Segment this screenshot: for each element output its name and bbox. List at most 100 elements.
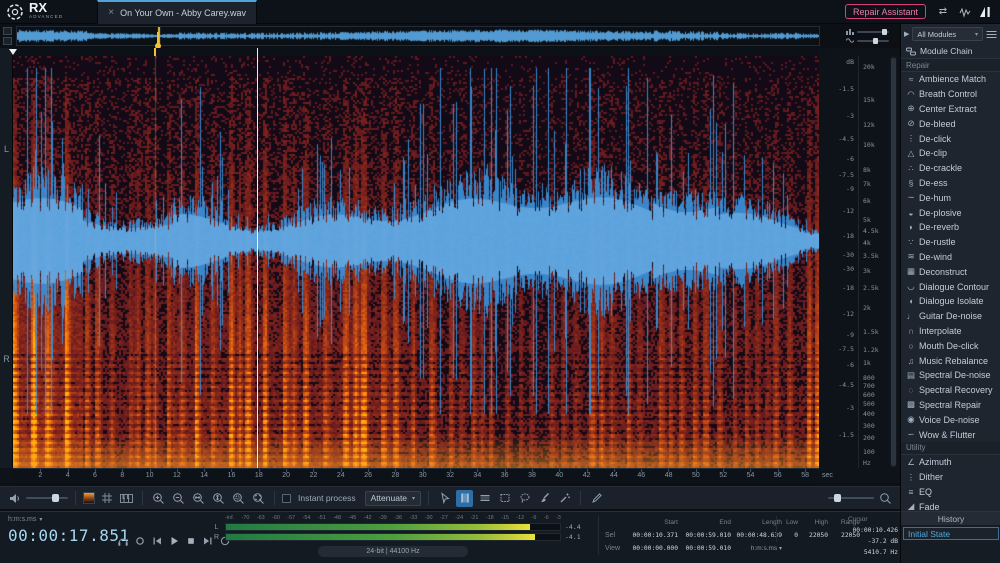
sel-start-field[interactable]: 00:00:10.371: [628, 532, 678, 539]
module-item[interactable]: ◗ De-reverb: [901, 220, 1000, 235]
module-item[interactable]: ▦ Deconstruct: [901, 264, 1000, 279]
output-volume-slider[interactable]: [26, 497, 68, 499]
process-mode-dropdown[interactable]: Attenuate ▾: [365, 491, 421, 506]
zoom-in-icon[interactable]: [150, 490, 167, 507]
time-format-dropdown[interactable]: h:m:s.ms ▾: [8, 516, 130, 523]
time-tick-label: 18: [255, 472, 263, 479]
module-item[interactable]: ○ Mouth De-click: [901, 338, 1000, 353]
module-item[interactable]: ⊕ Center Extract: [901, 102, 1000, 117]
start-marker-icon[interactable]: [9, 49, 17, 55]
channel-right-tab[interactable]: R: [0, 354, 13, 364]
overview-zoom-toggle-icon[interactable]: [3, 37, 12, 45]
module-item[interactable]: ◠ Breath Control: [901, 87, 1000, 102]
zoom-frequency-icon[interactable]: [210, 490, 227, 507]
module-item[interactable]: ∩ Interpolate: [901, 324, 1000, 339]
cursor-marker[interactable]: [154, 48, 156, 56]
module-item[interactable]: ≡ EQ: [901, 485, 1000, 500]
time-tick-label: 52: [719, 472, 727, 479]
module-item[interactable]: ∵ De-rustle: [901, 235, 1000, 250]
module-item[interactable]: ♫ Music Rebalance: [901, 353, 1000, 368]
panel-menu-icon[interactable]: [986, 30, 997, 39]
module-item[interactable]: ◖ Dialogue Isolate: [901, 294, 1000, 309]
overview-cursor-marker[interactable]: [157, 32, 159, 46]
module-chain-item[interactable]: Module Chain: [901, 44, 1000, 59]
output-volume-icon[interactable]: [6, 490, 23, 507]
module-item[interactable]: ∽ Wow & Flutter: [901, 427, 1000, 442]
play-button[interactable]: [167, 534, 180, 547]
module-filter-dropdown[interactable]: All Modules ▾: [912, 27, 983, 41]
history-item[interactable]: Initial State: [903, 527, 999, 540]
preview-play-icon[interactable]: ▶: [904, 30, 909, 38]
zoom-selection-icon[interactable]: [230, 490, 247, 507]
channel-left-tab[interactable]: L: [0, 144, 13, 154]
time-tick-label: 6: [93, 472, 97, 479]
zoom-time-icon[interactable]: [190, 490, 207, 507]
module-item[interactable]: ∴ De-crackle: [901, 161, 1000, 176]
history-header[interactable]: History: [901, 512, 1000, 525]
amplitude-ruler[interactable]: dB-1.5-3-4.5-6-7.5-9-12-18-30-30-18-12-9…: [820, 56, 857, 468]
opacity-sliders: [846, 27, 898, 45]
module-item[interactable]: ∼ De-hum: [901, 190, 1000, 205]
waveform-stats-icon[interactable]: [956, 4, 974, 20]
high-value[interactable]: 22050: [802, 532, 828, 539]
instant-process-checkbox[interactable]: [282, 494, 291, 503]
module-item[interactable]: ⋮ Dither: [901, 470, 1000, 485]
module-item[interactable]: ♩ Guitar De-noise: [901, 309, 1000, 324]
spectrogram-settings-icon[interactable]: [83, 492, 95, 504]
overview-waveform[interactable]: [16, 26, 820, 46]
sel-length-field[interactable]: 00:00:48.639: [734, 532, 782, 539]
brush-tool-icon[interactable]: [536, 490, 553, 507]
tab-close-icon[interactable]: ×: [108, 7, 114, 18]
zoom-out-icon[interactable]: [170, 490, 187, 507]
time-frequency-selection-tool-icon[interactable]: [496, 490, 513, 507]
time-ruler[interactable]: 2468101214161820222426283032343638404244…: [13, 468, 819, 483]
monitor-headphones-icon[interactable]: [116, 534, 129, 547]
overview-display-toggle-icon[interactable]: [3, 27, 12, 35]
module-item[interactable]: ◒ De-plosive: [901, 205, 1000, 220]
module-item[interactable]: ◉ Voice De-noise: [901, 412, 1000, 427]
module-item[interactable]: § De-ess: [901, 176, 1000, 191]
pointer-tool-icon[interactable]: [436, 490, 453, 507]
spectrogram-canvas[interactable]: [13, 56, 819, 468]
module-item[interactable]: ▤ Spectral De-noise: [901, 368, 1000, 383]
module-item[interactable]: ◌ Spectral Recovery: [901, 383, 1000, 398]
sel-end-field[interactable]: 00:00:59.010: [681, 532, 731, 539]
lasso-tool-icon[interactable]: [516, 490, 533, 507]
time-selection-tool-icon[interactable]: [456, 490, 473, 507]
module-item[interactable]: ◡ Dialogue Contour: [901, 279, 1000, 294]
time-tick-label: 10: [146, 472, 154, 479]
view-start-field[interactable]: 00:00:00.000: [628, 545, 678, 552]
module-item[interactable]: △ De-clip: [901, 146, 1000, 161]
frequency-ruler[interactable]: 20k15k12k10k8k7k6k5k4.5k4k3.5k3k2.5k2k1.…: [858, 56, 888, 468]
time-format-dropdown-small[interactable]: h:m:s.ms ▾: [734, 545, 782, 552]
view-row-label: View: [605, 545, 625, 552]
display-grid-icon[interactable]: [98, 490, 115, 507]
module-item[interactable]: ≈ Ambience Match: [901, 72, 1000, 87]
module-item[interactable]: ▩ Spectral Repair: [901, 398, 1000, 413]
file-tab[interactable]: × On Your Own - Abby Carey.wav: [97, 0, 257, 24]
repair-assistant-button[interactable]: Repair Assistant: [845, 4, 926, 19]
low-value[interactable]: 0: [782, 532, 798, 539]
view-end-field[interactable]: 00:00:59.010: [681, 545, 731, 552]
marker-lane[interactable]: [13, 48, 819, 56]
module-item[interactable]: ∠ Azimuth: [901, 455, 1000, 470]
go-to-start-button[interactable]: [150, 534, 163, 547]
module-item[interactable]: ⊘ De-bleed: [901, 116, 1000, 131]
vertical-scrollbar[interactable]: [890, 56, 897, 468]
magic-wand-tool-icon[interactable]: [556, 490, 573, 507]
horizontal-zoom-icon[interactable]: [877, 490, 894, 507]
time-tick-label: 12: [173, 472, 181, 479]
module-item[interactable]: ⋮ De-click: [901, 131, 1000, 146]
module-label: Center Extract: [919, 104, 977, 114]
waveform-opacity-slider[interactable]: [857, 40, 889, 42]
compare-icon[interactable]: ⇄: [934, 4, 952, 20]
frequency-selection-tool-icon[interactable]: [476, 490, 493, 507]
zoom-fit-icon[interactable]: [250, 490, 267, 507]
record-button[interactable]: [133, 534, 146, 547]
stop-button[interactable]: [184, 534, 197, 547]
spectrogram-opacity-slider[interactable]: [857, 31, 889, 33]
horizontal-zoom-slider[interactable]: [828, 497, 874, 499]
midi-keyboard-icon[interactable]: [118, 490, 135, 507]
module-item[interactable]: ≋ De-wind: [901, 250, 1000, 265]
draw-pencil-tool-icon[interactable]: [588, 490, 605, 507]
